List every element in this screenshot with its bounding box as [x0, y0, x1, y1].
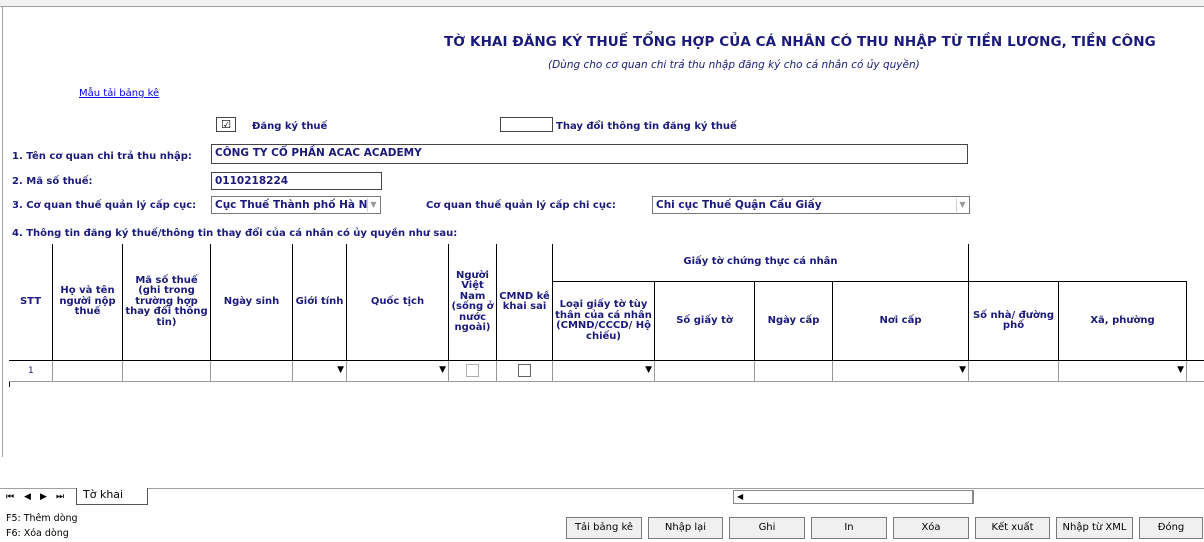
cell-birth-date[interactable] — [211, 361, 293, 382]
cell-overseas-vn — [449, 361, 497, 382]
tax-dept-label: 3. Cơ quan thuế quản lý cấp cục: — [12, 200, 197, 211]
form-subtitle: (Dùng cho cơ quan chi trả thu nhập đăng … — [548, 59, 920, 71]
prev-sheet-icon[interactable]: ◀ — [24, 492, 31, 502]
delete-button[interactable]: Xóa — [893, 517, 969, 539]
cell-gender-select[interactable]: ▼ — [293, 361, 347, 382]
horizontal-scrollbar[interactable]: ◀ — [733, 490, 973, 504]
tax-code-field[interactable]: 0110218224 — [211, 172, 382, 190]
tax-dept-select[interactable]: Cục Thuế Thành phố Hà Nộ ▼ — [211, 196, 381, 214]
close-button[interactable]: Đóng — [1139, 517, 1203, 539]
col-group-address — [969, 244, 1197, 282]
cell-ward-select[interactable]: ▼ — [1059, 361, 1187, 382]
cell-wrong-id — [497, 361, 553, 382]
chevron-down-icon[interactable]: ▼ — [956, 198, 968, 212]
export-button[interactable]: Kết xuất — [975, 517, 1050, 539]
col-fullname: Họ và tên người nộp thuế — [53, 244, 123, 361]
last-sheet-icon[interactable]: ⏭ — [56, 492, 64, 502]
taxpayer-grid: STT Họ và tên người nộp thuế Mã số thuế … — [9, 244, 1204, 387]
save-button[interactable]: Ghi — [729, 517, 805, 539]
col-stt: STT — [9, 244, 53, 361]
sub-dept-label: Cơ quan thuế quản lý cấp chi cục: — [426, 200, 616, 211]
left-border — [2, 7, 3, 457]
next-sheet-icon[interactable]: ▶ — [40, 492, 47, 502]
col-birth-date: Ngày sinh — [211, 244, 293, 361]
register-label: Đăng ký thuế — [252, 121, 328, 132]
sheet-tab-label: Tờ khai — [83, 488, 124, 501]
cell-street[interactable] — [969, 361, 1059, 382]
tax-code-label: 2. Mã số thuế: — [12, 176, 93, 187]
download-template-button[interactable]: Tải bảng kê — [566, 517, 642, 539]
cell-next[interactable] — [1187, 361, 1204, 382]
org-name-field[interactable]: CÔNG TY CỔ PHẦN ACAC ACADEMY — [211, 144, 968, 164]
chevron-down-icon[interactable]: ▼ — [439, 365, 446, 375]
change-info-checkbox[interactable] — [500, 117, 553, 132]
form-title: TỜ KHAI ĐĂNG KÝ THUẾ TỔNG HỢP CỦA CÁ NHÂ… — [444, 34, 1156, 50]
hint-add-row: F5: Thêm dòng — [6, 513, 78, 524]
wrong-id-checkbox[interactable] — [518, 364, 531, 377]
reset-button[interactable]: Nhập lại — [648, 517, 723, 539]
sub-dept-select[interactable]: Chi cục Thuế Quận Cầu Giấy ▼ — [652, 196, 970, 214]
col-wrong-id: CMND kê khai sai — [497, 244, 553, 361]
cell-id-type-select[interactable]: ▼ — [553, 361, 655, 382]
chevron-down-icon[interactable]: ▼ — [959, 365, 966, 375]
col-issue-date: Ngày cấp — [755, 282, 833, 361]
org-name-label: 1. Tên cơ quan chi trả thu nhập: — [12, 151, 192, 162]
sheet-tab-bar — [0, 488, 1204, 506]
chevron-down-icon[interactable]: ▼ — [1177, 365, 1184, 375]
change-info-label: Thay đổi thông tin đăng ký thuế — [556, 121, 737, 132]
col-nationality: Quốc tịch — [347, 244, 449, 361]
cell-issue-place-select[interactable]: ▼ — [833, 361, 969, 382]
cell-issue-date[interactable] — [755, 361, 833, 382]
col-tax-code: Mã số thuế (ghi trong trường hợp thay đổ… — [123, 244, 211, 361]
first-sheet-icon[interactable]: ⏮ — [6, 492, 14, 502]
section4-label: 4. Thông tin đăng ký thuế/thông tin thay… — [12, 228, 458, 239]
template-download-link[interactable]: Mẫu tải bảng kê — [79, 88, 159, 99]
col-group-id-docs: Giấy tờ chứng thực cá nhân — [553, 244, 969, 282]
scroll-left-icon[interactable]: ◀ — [737, 492, 747, 502]
chevron-down-icon[interactable]: ▼ — [337, 365, 344, 375]
row-stt: 1 — [9, 361, 53, 382]
import-xml-button[interactable]: Nhập từ XML — [1056, 517, 1133, 539]
chevron-down-icon[interactable]: ▼ — [367, 198, 379, 212]
col-street: Số nhà/ đường phố — [969, 282, 1059, 361]
cell-nationality-select[interactable]: ▼ — [347, 361, 449, 382]
scroll-divider — [973, 490, 974, 504]
col-issue-place: Nơi cấp — [833, 282, 969, 361]
print-button[interactable]: In — [811, 517, 887, 539]
col-ward: Xã, phường — [1059, 282, 1187, 361]
cell-fullname[interactable] — [53, 361, 123, 382]
col-gender: Giới tính — [293, 244, 347, 361]
register-checkbox[interactable]: ☑ — [216, 117, 236, 132]
hint-delete-row: F6: Xóa dòng — [6, 528, 69, 539]
overseas-vn-checkbox[interactable] — [466, 364, 479, 377]
col-id-type: Loại giấy tờ tùy thân của cá nhân (CMND/… — [553, 282, 655, 361]
col-overseas-vn: Người Việt Nam (sống ở nước ngoài) — [449, 244, 497, 361]
window-top-strip — [0, 0, 1204, 7]
tax-dept-value: Cục Thuế Thành phố Hà Nộ — [215, 199, 375, 211]
col-next — [1187, 244, 1204, 361]
sub-dept-value: Chi cục Thuế Quận Cầu Giấy — [656, 199, 822, 211]
chevron-down-icon[interactable]: ▼ — [645, 365, 652, 375]
sheet-tab-tokhai[interactable]: Tờ khai — [76, 488, 148, 505]
cell-id-number[interactable] — [655, 361, 755, 382]
col-id-number: Số giấy tờ — [655, 282, 755, 361]
cell-tax-code[interactable] — [123, 361, 211, 382]
